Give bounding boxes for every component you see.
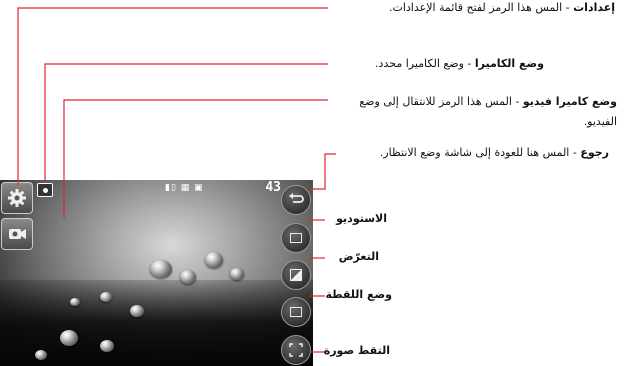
callout-shot-mode: وضع اللقطة (325, 288, 392, 301)
callout-video-mode: وضع كاميرا فيديو - المس هذا الرمز للانتق… (359, 95, 617, 128)
callout-settings: إعدادات - المس هذا الرمز لفتح قائمة الإع… (389, 1, 615, 14)
callout-lines (17, 7, 336, 353)
callout-exposure: التعرّض (338, 250, 379, 263)
callout-capture: التقط صورة (323, 344, 390, 357)
callout-studio: الاستوديو (336, 212, 387, 225)
callout-back: رجوع - المس هنا للعودة إلى شاشة وضع الان… (379, 146, 609, 159)
callout-camera-mode: وضع الكاميرا - وضع الكاميرا محدد. (375, 57, 544, 70)
